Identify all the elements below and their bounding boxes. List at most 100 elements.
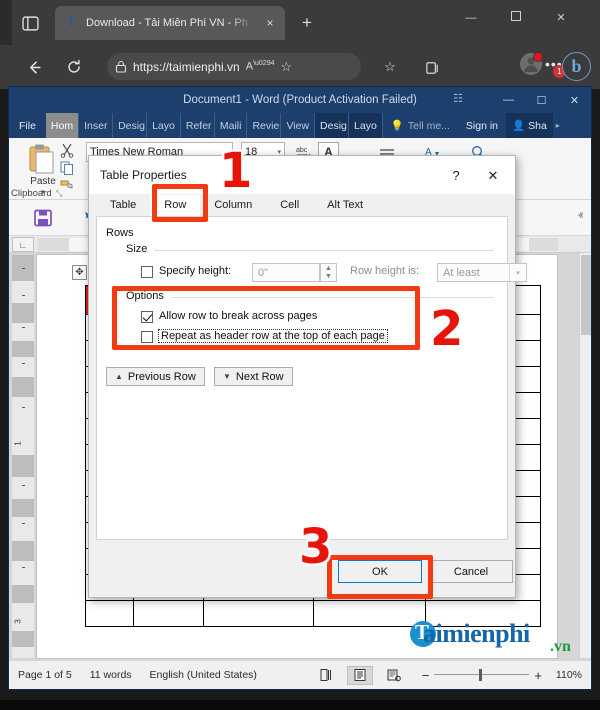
zoom-out-button[interactable]: −: [417, 668, 435, 683]
size-group-label: Size: [123, 243, 151, 255]
specify-height-checkbox[interactable]: [141, 266, 153, 278]
ribbon-tab-mailings[interactable]: Maili: [215, 113, 248, 138]
share-button[interactable]: 👤 Sha: [506, 113, 553, 138]
browser-side-rail: [0, 0, 12, 45]
clipboard-dialog-launcher-icon[interactable]: ⤡: [56, 189, 62, 199]
print-layout-icon[interactable]: [346, 665, 373, 685]
tab-actions-icon[interactable]: [18, 11, 42, 35]
row-height-is-combobox[interactable]: At least ▾: [437, 263, 527, 282]
word-minimize-button[interactable]: —: [492, 87, 525, 113]
svg-text:abc: abc: [296, 147, 308, 154]
chevron-down-icon[interactable]: ▾: [509, 264, 526, 281]
word-window-controls: — ☐ ✕: [492, 87, 591, 113]
spin-down-icon[interactable]: ▼: [321, 273, 336, 282]
refresh-icon[interactable]: [62, 55, 86, 79]
height-value: 0": [258, 266, 269, 279]
browser-tab[interactable]: T Download - Tải Miễn Phí VN - Ph ×: [55, 6, 285, 40]
tab-stop-selector-icon[interactable]: ∟: [12, 237, 34, 252]
vertical-ruler[interactable]: 1 3: [12, 255, 34, 658]
triangle-up-icon: ▲: [115, 372, 123, 381]
tab-cell[interactable]: Cell: [266, 195, 313, 216]
browser-close-button[interactable]: ✕: [539, 4, 583, 32]
cut-icon[interactable]: [59, 142, 77, 159]
word-close-button[interactable]: ✕: [558, 87, 591, 113]
tab-alt-text[interactable]: Alt Text: [313, 195, 377, 216]
watermark-tld: .vn: [550, 638, 571, 655]
tell-me-box[interactable]: 💡 Tell me...: [383, 113, 458, 138]
ribbon-tab-design[interactable]: Desig: [113, 113, 148, 138]
profile-avatar[interactable]: [520, 52, 543, 75]
next-row-label: Next Row: [235, 370, 284, 383]
height-value-input[interactable]: 0": [252, 263, 320, 282]
read-aloud-icon[interactable]: A\u0294: [246, 60, 275, 73]
web-layout-icon[interactable]: [381, 666, 407, 685]
zoom-level[interactable]: 110%: [547, 669, 591, 681]
word-status-bar: Page 1 of 5 11 words English (United Sta…: [9, 660, 591, 689]
copy-icon[interactable]: [59, 160, 77, 177]
status-language[interactable]: English (United States): [141, 669, 266, 681]
height-spinner[interactable]: ▲ ▼: [320, 263, 337, 282]
proofing-icon[interactable]: [313, 666, 339, 685]
browser-maximize-button[interactable]: [494, 4, 538, 32]
ribbon-collapse-icon[interactable]: ⱏ: [578, 211, 583, 222]
ribbon-tab-file[interactable]: File: [9, 113, 46, 138]
ribbon-tab-home[interactable]: Hom: [45, 113, 80, 138]
cancel-button[interactable]: Cancel: [429, 560, 513, 583]
paste-icon[interactable]: [27, 143, 57, 175]
favorites-icon[interactable]: ☆: [378, 55, 402, 79]
dialog-close-button[interactable]: ✕: [481, 166, 505, 186]
address-bar[interactable]: https://taimienphi.vn A\u0294 ☆: [107, 53, 361, 80]
scrollbar-thumb[interactable]: [581, 255, 591, 335]
dialog-help-button[interactable]: ?: [445, 166, 467, 186]
status-page[interactable]: Page 1 of 5: [9, 669, 81, 681]
tab-table[interactable]: Table: [96, 195, 150, 216]
dialog-title: Table Properties: [100, 168, 187, 182]
ribbon-tab-references[interactable]: Refer: [181, 113, 215, 138]
annotation-box-ok: [327, 555, 433, 599]
ribbon-tab-table-layout[interactable]: Layo: [349, 113, 383, 138]
add-favorite-icon[interactable]: ☆: [281, 59, 293, 75]
ribbon-tab-insert[interactable]: Inser: [79, 113, 114, 138]
zoom-slider-handle[interactable]: [479, 669, 483, 681]
copilot-icon[interactable]: b: [562, 52, 591, 81]
tell-me-label: Tell me...: [407, 119, 450, 132]
previous-row-button[interactable]: ▲ Previous Row: [106, 367, 205, 386]
ribbon-tab-view[interactable]: View: [281, 113, 316, 138]
spin-up-icon[interactable]: ▲: [321, 264, 336, 273]
row-height-is-label: Row height is:: [350, 265, 420, 277]
share-label: Sha: [528, 119, 547, 132]
rows-label: Rows: [106, 227, 134, 239]
ribbon-overflow-icon[interactable]: ▸: [553, 113, 563, 138]
taimienphi-watermark: T aimienphi .vn: [410, 617, 585, 659]
save-icon[interactable]: [31, 206, 55, 230]
lock-icon: [115, 60, 127, 73]
previous-row-label: Previous Row: [127, 370, 196, 383]
zoom-slider[interactable]: [434, 668, 530, 682]
zoom-in-button[interactable]: +: [529, 668, 547, 683]
taskbar-edge: [0, 700, 600, 710]
sign-in-button[interactable]: Sign in: [458, 113, 506, 138]
clipboard-group-label: Clipboard: [11, 188, 52, 199]
triangle-down-icon: ▼: [223, 372, 231, 381]
back-icon[interactable]: [22, 55, 46, 79]
specify-height-label[interactable]: Specify height:: [159, 265, 231, 277]
ribbon-tab-layout[interactable]: Layo: [147, 113, 181, 138]
status-word-count[interactable]: 11 words: [81, 669, 141, 681]
word-maximize-button[interactable]: ☐: [525, 87, 558, 113]
ribbon-tab-review[interactable]: Revie: [247, 113, 282, 138]
table-move-handle[interactable]: ✥: [72, 265, 87, 280]
person-add-icon: 👤: [512, 120, 526, 132]
annotation-box-row-tab: [152, 184, 208, 222]
ribbon-display-options-icon[interactable]: ☷: [453, 92, 463, 105]
ribbon-tab-table-design[interactable]: Desig: [315, 113, 350, 138]
browser-minimize-button[interactable]: —: [449, 4, 493, 32]
screen-root: T Download - Tải Miễn Phí VN - Ph × + — …: [0, 0, 600, 710]
lightbulb-icon: 💡: [390, 120, 404, 132]
close-icon[interactable]: ×: [263, 17, 277, 29]
new-tab-button[interactable]: +: [297, 13, 317, 33]
row-height-is-value: At least: [443, 266, 480, 279]
collections-icon[interactable]: [420, 55, 444, 79]
document-vertical-scrollbar[interactable]: [579, 253, 591, 658]
next-row-button[interactable]: ▼ Next Row: [214, 367, 293, 386]
browser-tab-strip: T Download - Tải Miễn Phí VN - Ph × + — …: [0, 0, 600, 45]
